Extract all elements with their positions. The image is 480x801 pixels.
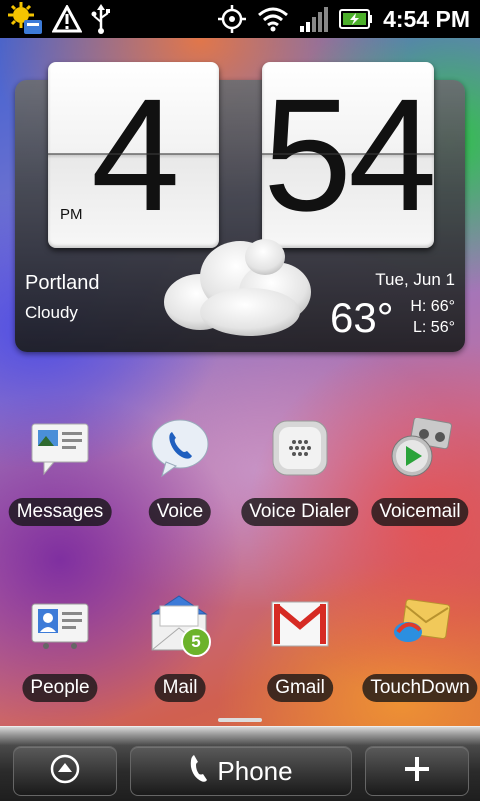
clock-ampm: PM [60,206,83,223]
weather-condition: Cloudy [25,303,78,322]
weather-city: Portland [25,272,100,294]
app-label-people: People [22,674,98,702]
phone-button[interactable]: Phone [130,746,352,796]
clock-minutes-card[interactable]: 54 [262,62,437,248]
cloud-weather-icon [160,232,320,346]
wifi-icon [257,6,289,32]
battery-charging-icon [339,8,373,30]
voice-icon [150,418,210,478]
voicemail-icon [390,416,452,478]
app-people[interactable]: People [0,594,120,714]
app-gmail[interactable]: Gmail [240,594,360,714]
phone-label: Phone [217,755,293,786]
app-voice[interactable]: Voice [120,418,240,538]
mail-icon: 5 [150,594,211,657]
clock-hours-card[interactable]: 4 PM [48,62,219,248]
people-icon [30,594,90,654]
flip-divider [262,153,434,155]
gps-icon [217,4,247,34]
app-label-voice: Voice [148,498,212,526]
app-label-voicemail: Voicemail [371,498,469,526]
weather-high: H: 66° [410,298,455,315]
phone-handset-icon [189,753,209,790]
app-messages[interactable]: Messages [0,418,120,538]
weather-update-icon [8,2,44,36]
all-apps-button[interactable] [13,746,117,796]
app-label-mail: Mail [154,674,206,702]
app-label-messages: Messages [8,498,112,526]
usb-icon [90,4,112,34]
app-mail[interactable]: 5 Mail [120,594,240,714]
voice-dialer-icon [270,418,330,478]
plus-icon [403,755,431,787]
weather-date: Tue, Jun 1 [375,270,455,289]
gmail-icon [270,594,330,654]
weather-low: L: 56° [413,319,455,336]
status-bar[interactable]: 4:54 PM [0,0,480,38]
touchdown-icon [390,594,451,654]
flip-divider [48,153,219,155]
chevron-up-icon [49,753,81,789]
app-label-voice-dialer: Voice Dialer [241,498,359,526]
mail-badge-count: 5 [191,632,201,651]
app-label-touchdown: TouchDown [362,674,478,702]
dock-handle[interactable] [218,718,262,722]
weather-temperature: 63° [330,294,394,341]
messages-icon [30,418,90,478]
app-voicemail[interactable]: Voicemail [360,416,480,538]
signal-icon [299,6,329,32]
warning-icon [52,5,82,33]
app-label-gmail: Gmail [267,674,333,702]
add-to-home-button[interactable] [365,746,469,796]
status-time: 4:54 PM [383,5,470,32]
app-touchdown[interactable]: TouchDown [360,594,480,714]
app-voice-dialer[interactable]: Voice Dialer [240,418,360,538]
